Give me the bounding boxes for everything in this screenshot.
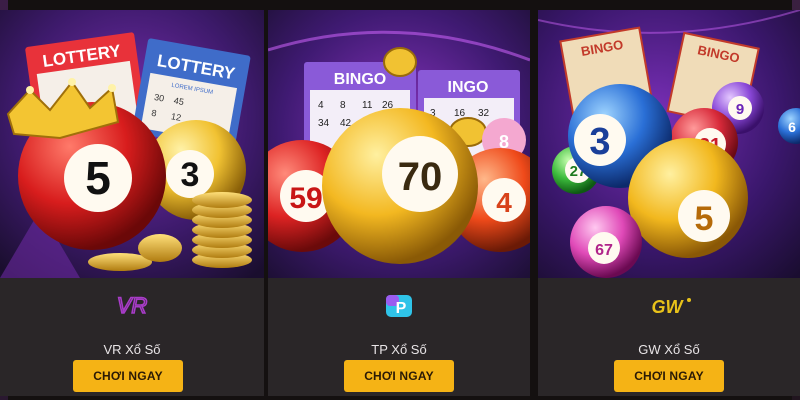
gw-card-footer: GW GW Xổ Số CHƠI NGAY — [538, 278, 800, 396]
left-ball-number: 59 — [289, 182, 322, 215]
tp-lottery-artwork: BINGO 4 8 11 26 34 42 52 INGO 3 16 32 — [268, 10, 530, 278]
ticket-number: 30 — [153, 92, 165, 104]
gw-logo-text: GW — [652, 297, 685, 317]
tp-card-footer: P TP Xổ Số CHƠI NGAY — [268, 278, 530, 396]
tp-logo-icon: P — [386, 295, 412, 317]
vr-lottery-illustration: LOTTERY LOTTERY LOREM IPSUM 30 45 8 12 3 — [0, 10, 264, 278]
lottery-card-vr[interactable]: LOTTERY LOTTERY LOREM IPSUM 30 45 8 12 3 — [0, 10, 264, 396]
vr-logo: VR — [0, 292, 264, 320]
bingo-number: 34 — [318, 118, 330, 129]
bingo-number: 8 — [340, 100, 346, 111]
vr-logo-text: VR — [117, 294, 148, 318]
vr-play-now-button[interactable]: CHƠI NGAY — [73, 360, 183, 392]
bingo-card-right-title: INGO — [448, 79, 489, 96]
blue-ball-number: 3 — [589, 121, 610, 163]
gw-play-now-button[interactable]: CHƠI NGAY — [614, 360, 724, 392]
gw-logo: GW — [538, 292, 800, 320]
tp-play-now-button[interactable]: CHƠI NGAY — [344, 360, 454, 392]
bingo-number: 4 — [318, 100, 324, 111]
tp-logo: P — [268, 292, 530, 320]
pink-ball-number: 67 — [595, 242, 613, 259]
vr-card-footer: VR VR Xổ Số CHƠI NGAY — [0, 278, 264, 396]
yellow-ball-number: 5 — [695, 200, 714, 238]
vr-lottery-artwork: LOTTERY LOTTERY LOREM IPSUM 30 45 8 12 3 — [0, 10, 264, 278]
bingo-number: 11 — [362, 100, 373, 111]
center-ball-number: 70 — [398, 155, 443, 199]
lottery-card-gw[interactable]: BINGO BINGO 6 9 21 27 3 — [538, 10, 800, 396]
vr-lottery-name: VR Xổ Số — [103, 342, 161, 357]
tp-logo-text: P — [396, 300, 407, 317]
tp-lottery-name: TP Xổ Số — [371, 342, 427, 357]
ticket-number: 12 — [170, 111, 182, 123]
gw-lottery-name: GW Xổ Số — [638, 342, 700, 357]
right-ball-number: 4 — [496, 187, 512, 218]
gw-logo-icon: GW — [652, 297, 691, 317]
gw-lottery-artwork: BINGO BINGO 6 9 21 27 3 — [538, 10, 800, 278]
vr-logo-icon: VR — [116, 294, 148, 318]
purple-ball-number: 9 — [736, 101, 744, 118]
tp-lottery-illustration: BINGO 4 8 11 26 34 42 52 INGO 3 16 32 — [268, 10, 530, 278]
edge-ball-number: 6 — [788, 119, 796, 135]
bingo-card-left-title: BINGO — [334, 71, 386, 88]
red-ball-number: 5 — [85, 152, 111, 204]
gw-lottery-illustration: BINGO BINGO 6 9 21 27 3 — [538, 10, 800, 278]
gold-ball-number: 3 — [181, 156, 200, 194]
ticket-number: 45 — [173, 95, 185, 107]
bingo-number: 32 — [478, 108, 490, 119]
lottery-card-tp[interactable]: BINGO 4 8 11 26 34 42 52 INGO 3 16 32 — [268, 10, 530, 396]
